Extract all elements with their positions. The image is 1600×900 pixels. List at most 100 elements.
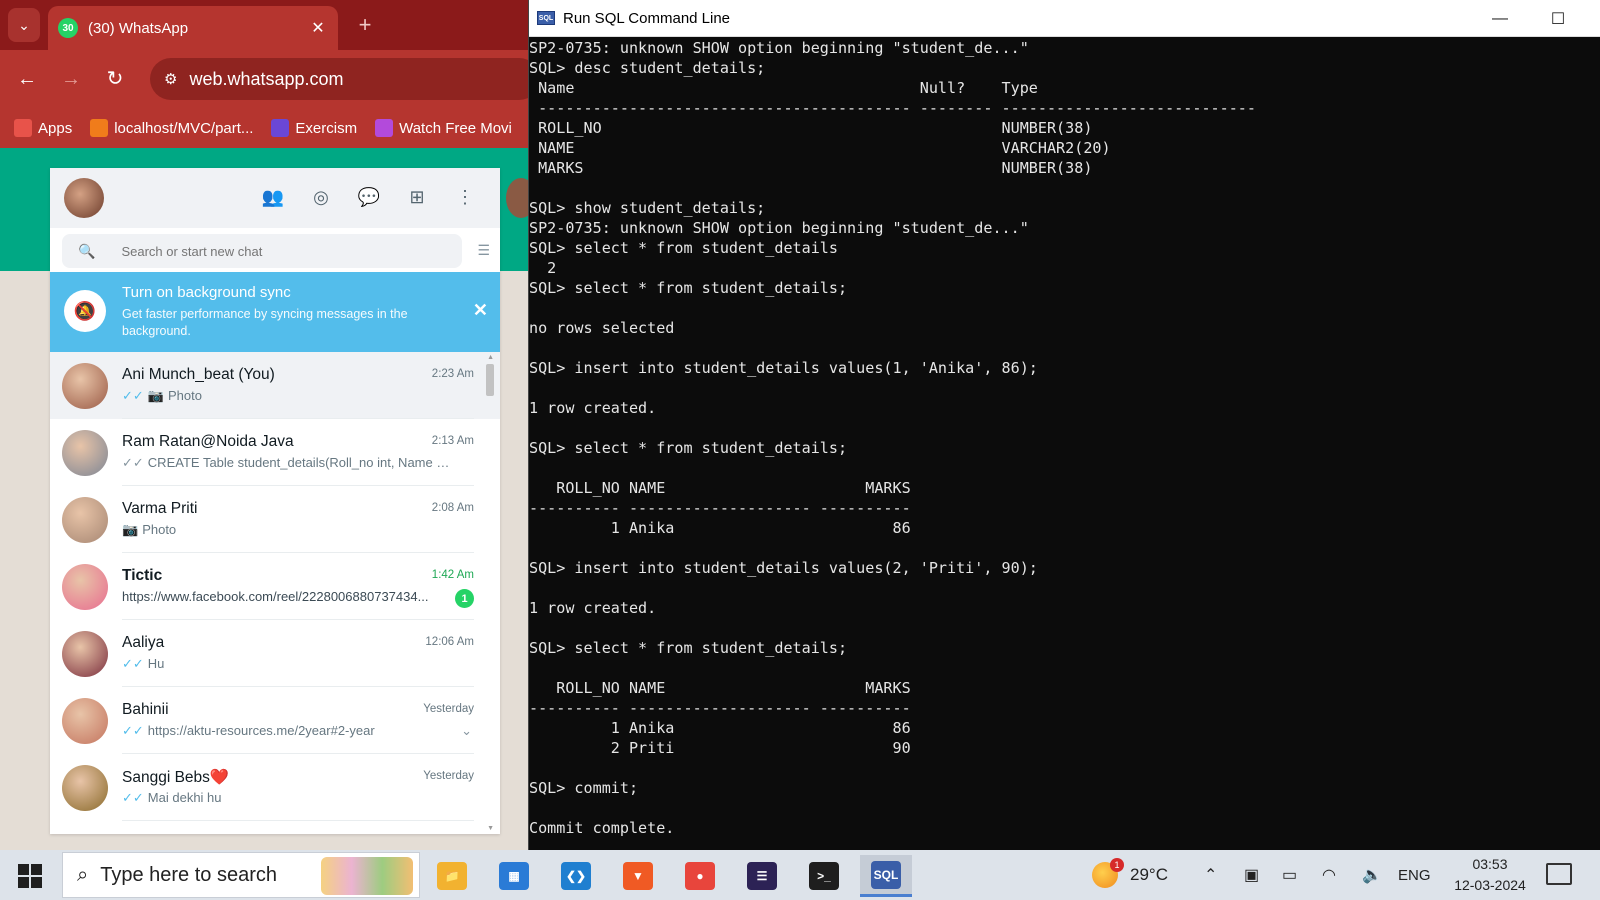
chat-list-item[interactable]: Ani Munch_beat (You) 2:23 Am ✓✓ 📷 Photo (50, 352, 500, 419)
console-line: SQL> show student_details; (529, 199, 766, 217)
tab-whatsapp[interactable]: 30 (30) WhatsApp ✕ (48, 6, 338, 50)
taskbar-app-file-explorer[interactable]: 📁 (426, 855, 478, 897)
console-line: MARKS NUMBER(38) (529, 159, 1093, 177)
chevron-down-icon[interactable]: ⌄ (461, 723, 472, 739)
chat-time: Yesterday (423, 703, 474, 715)
communities-icon[interactable]: 👥 (260, 184, 286, 210)
clock[interactable]: 03:53 12-03-2024 (1440, 854, 1540, 896)
menu-dots-icon[interactable]: ⋮ (452, 184, 478, 210)
search-input[interactable] (121, 243, 422, 259)
xampp-icon (90, 119, 109, 137)
bookmark-item[interactable]: Watch Free Movi (375, 119, 512, 137)
chat-body: Varma Priti 2:08 Am 📷 Photo (122, 486, 474, 553)
chat-last-message: ✓✓ Mai dekhi hu (122, 790, 452, 806)
minimize-button[interactable]: — (1472, 0, 1528, 37)
chat-name: Bahinii (122, 701, 169, 718)
search-row: 🔍 ☰ (50, 228, 500, 272)
conversation-avatar[interactable] (506, 178, 528, 218)
taskbar-app-terminal[interactable]: >_ (798, 855, 850, 897)
battery-icon[interactable]: ▭ (1282, 850, 1297, 900)
taskbar: ⌕ Type here to search 📁 ▦ ❮❯ ▼ ● ☰ >_ SQL 1 29°… (0, 850, 1600, 900)
filter-icon[interactable]: ☰ (477, 242, 490, 259)
wifi-icon[interactable]: ◠ (1322, 850, 1336, 900)
taskbar-app-eclipse[interactable]: ☰ (736, 855, 788, 897)
terminal-icon: >_ (809, 862, 839, 890)
chat-message-text: Photo (142, 522, 177, 537)
chat-name: Ram Ratan@Noida Java (122, 433, 294, 450)
browser-toolbar: ← → ↻ ⚙ web.whatsapp.com (0, 50, 528, 108)
chat-avatar (62, 362, 108, 409)
windows-start-icon[interactable] (12, 862, 48, 890)
status-icon[interactable]: ◎ (308, 184, 334, 210)
volume-icon[interactable]: 🔈 (1362, 850, 1382, 900)
new-tab-button[interactable]: + (352, 12, 378, 38)
console-line: no rows selected (529, 319, 675, 337)
console-output[interactable]: SP2-0735: unknown SHOW option beginning … (529, 38, 1600, 850)
address-bar-url: web.whatsapp.com (189, 68, 344, 89)
chat-avatar (62, 697, 108, 744)
channels-icon[interactable]: 💬 (356, 184, 382, 210)
taskbar-app-vscode[interactable]: ❮❯ (550, 855, 602, 897)
back-arrow-icon[interactable]: ← (14, 66, 40, 92)
clock-date: 12-03-2024 (1454, 877, 1526, 893)
read-receipt-icon: ✓✓ (122, 388, 144, 403)
bookmark-item[interactable]: Apps (14, 119, 72, 137)
sync-banner-title: Turn on background sync (122, 284, 291, 301)
scrollbar-thumb[interactable] (486, 364, 494, 396)
tab-search-button[interactable]: ⌄ (8, 8, 40, 42)
chrome-icon: ● (685, 862, 715, 890)
reload-icon[interactable]: ↻ (102, 66, 128, 92)
camera-icon: 📷 (122, 522, 139, 537)
window-titlebar[interactable]: SQL Run SQL Command Line — ☐ (529, 0, 1600, 37)
bookmarks-bar: Apps localhost/MVC/part... Exercism Watch F… (0, 108, 528, 148)
notification-center-icon[interactable] (1546, 863, 1572, 885)
close-icon[interactable]: ✕ (473, 300, 488, 321)
taskbar-app-brave[interactable]: ▼ (612, 855, 664, 897)
taskbar-app-sql-command-line[interactable]: SQL (860, 855, 912, 897)
eclipse-icon: ☰ (747, 862, 777, 890)
chat-time: Yesterday (423, 770, 474, 782)
meet-now-icon[interactable]: ▣ (1244, 850, 1259, 900)
profile-avatar[interactable] (64, 178, 104, 218)
console-line: SQL> desc student_details; (529, 59, 766, 77)
apps-grid-icon (14, 119, 32, 137)
chat-list-item[interactable]: Ram Ratan@Noida Java 2:13 Am ✓✓ CREATE Tabl… (50, 419, 500, 486)
console-line: NAME VARCHAR2(20) (529, 139, 1111, 157)
chat-body: Bahinii Yesterday ✓✓ https://aktu-resources… (122, 687, 474, 754)
search-icon: ⌕ (77, 863, 89, 886)
taskbar-search-box[interactable]: ⌕ Type here to search (62, 852, 420, 898)
chat-list-scrollbar[interactable]: ▲ ▼ (486, 354, 496, 834)
taskbar-app-chrome[interactable]: ● (674, 855, 726, 897)
background-sync-banner[interactable]: 🔕 Turn on background sync Get faster per… (50, 272, 500, 352)
chat-body: Sanggi Bebs❤️ Yesterday ✓✓ Mai dekhi hu (122, 754, 474, 821)
bookmark-item[interactable]: localhost/MVC/part... (90, 119, 253, 137)
chat-list-item[interactable]: Aaliya 12:06 Am ✓✓ Hu (50, 620, 500, 687)
console-line: ----------------------------------------… (529, 99, 1256, 117)
taskbar-app-microsoft-store[interactable]: ▦ (488, 855, 540, 897)
maximize-button[interactable]: ☐ (1530, 0, 1586, 37)
language-indicator[interactable]: ENG (1398, 850, 1431, 900)
close-icon[interactable]: ✕ (308, 18, 328, 38)
chat-list-item[interactable]: Sanggi Bebs❤️ Yesterday ✓✓ Mai dekhi hu (50, 754, 500, 821)
console-line: ---------- -------------------- --------… (529, 699, 911, 717)
chat-list-item[interactable]: Bahinii Yesterday ✓✓ https://aktu-resources… (50, 687, 500, 754)
bookmark-item[interactable]: Exercism (271, 119, 357, 137)
brave-icon: ▼ (623, 862, 653, 890)
address-bar[interactable]: ⚙ web.whatsapp.com (150, 58, 528, 100)
show-hidden-icons-icon[interactable]: ⌃ (1204, 850, 1217, 900)
search-box[interactable]: 🔍 (62, 234, 462, 268)
forward-arrow-icon[interactable]: → (58, 66, 84, 92)
new-chat-icon[interactable]: ⊞ (404, 184, 430, 210)
chat-list-item[interactable]: Tictic 1:42 Am https://www.facebook.com/re… (50, 553, 500, 620)
scroll-up-icon[interactable]: ▲ (487, 354, 494, 361)
weather-widget[interactable]: 1 29°C (1092, 850, 1168, 900)
console-line: ROLL_NO NAME MARKS (529, 479, 911, 497)
chat-body: Ani Munch_beat (You) 2:23 Am ✓✓ 📷 Photo (122, 352, 474, 419)
site-settings-icon[interactable]: ⚙ (164, 70, 177, 88)
bookmark-label: Apps (38, 119, 73, 137)
scroll-down-icon[interactable]: ▼ (487, 825, 494, 832)
chat-list-item[interactable]: Varma Priti 2:08 Am 📷 Photo (50, 486, 500, 553)
